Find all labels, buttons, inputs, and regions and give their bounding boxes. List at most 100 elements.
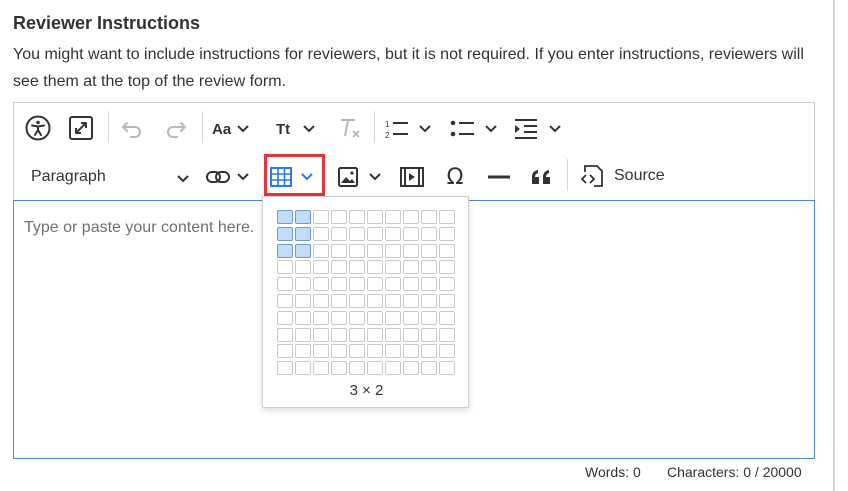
- table-grid-cell[interactable]: [403, 210, 419, 224]
- table-grid-cell[interactable]: [385, 243, 401, 258]
- table-grid-cell[interactable]: [349, 210, 365, 224]
- table-grid-cell[interactable]: [277, 243, 293, 258]
- table-grid-cell[interactable]: [295, 226, 311, 241]
- table-grid-cell[interactable]: [331, 243, 347, 258]
- table-grid-cell[interactable]: [277, 344, 293, 359]
- table-grid-cell[interactable]: [367, 243, 383, 258]
- table-grid-cell[interactable]: [421, 361, 437, 376]
- table-grid-cell[interactable]: [367, 210, 383, 224]
- fullscreen-button[interactable]: [67, 114, 95, 142]
- table-grid-cell[interactable]: [349, 344, 365, 359]
- table-grid-cell[interactable]: [421, 243, 437, 258]
- paragraph-format-dropdown[interactable]: Paragraph: [20, 162, 190, 192]
- table-grid-cell[interactable]: [313, 293, 329, 308]
- table-grid-cell[interactable]: [385, 226, 401, 241]
- table-grid-cell[interactable]: [313, 260, 329, 275]
- table-grid-cell[interactable]: [331, 226, 347, 241]
- table-grid-cell[interactable]: [331, 344, 347, 359]
- bulleted-list-dropdown[interactable]: [450, 116, 500, 142]
- table-grid-cell[interactable]: [367, 260, 383, 275]
- table-grid-cell[interactable]: [313, 344, 329, 359]
- table-grid-cell[interactable]: [403, 243, 419, 258]
- table-grid-cell[interactable]: [403, 260, 419, 275]
- table-grid-cell[interactable]: [403, 293, 419, 308]
- table-grid-cell[interactable]: [421, 344, 437, 359]
- table-grid-cell[interactable]: [403, 226, 419, 241]
- table-grid-cell[interactable]: [349, 277, 365, 292]
- table-grid-cell[interactable]: [421, 293, 437, 308]
- table-grid-cell[interactable]: [403, 344, 419, 359]
- table-grid-cell[interactable]: [331, 210, 347, 224]
- table-grid-cell[interactable]: [313, 310, 329, 325]
- table-grid-cell[interactable]: [421, 260, 437, 275]
- table-grid-cell[interactable]: [277, 327, 293, 342]
- table-grid-cell[interactable]: [277, 293, 293, 308]
- table-grid-cell[interactable]: [439, 344, 455, 359]
- table-grid-cell[interactable]: [439, 310, 455, 325]
- table-grid-cell[interactable]: [367, 293, 383, 308]
- link-dropdown[interactable]: [206, 164, 256, 190]
- table-grid-cell[interactable]: [385, 361, 401, 376]
- table-grid-cell[interactable]: [313, 226, 329, 241]
- table-grid-cell[interactable]: [349, 293, 365, 308]
- horizontal-line-button[interactable]: [485, 163, 513, 191]
- block-quote-button[interactable]: [528, 163, 556, 191]
- table-grid-cell[interactable]: [439, 260, 455, 275]
- text-transform-dropdown[interactable]: Tt: [276, 116, 326, 142]
- special-characters-button[interactable]: Ω: [441, 163, 469, 191]
- table-grid-cell[interactable]: [421, 277, 437, 292]
- table-grid-cell[interactable]: [367, 277, 383, 292]
- table-grid-cell[interactable]: [295, 210, 311, 224]
- table-grid-cell[interactable]: [403, 327, 419, 342]
- table-grid-cell[interactable]: [331, 293, 347, 308]
- table-grid-cell[interactable]: [331, 310, 347, 325]
- table-grid-cell[interactable]: [367, 361, 383, 376]
- table-grid-cell[interactable]: [349, 361, 365, 376]
- table-grid-cell[interactable]: [439, 293, 455, 308]
- table-grid-cell[interactable]: [439, 361, 455, 376]
- table-grid-cell[interactable]: [331, 361, 347, 376]
- table-grid-cell[interactable]: [367, 327, 383, 342]
- table-grid-cell[interactable]: [295, 344, 311, 359]
- table-grid-cell[interactable]: [277, 277, 293, 292]
- table-grid-cell[interactable]: [439, 327, 455, 342]
- table-grid-cell[interactable]: [313, 210, 329, 224]
- table-grid-cell[interactable]: [349, 310, 365, 325]
- table-grid-cell[interactable]: [295, 293, 311, 308]
- table-grid-cell[interactable]: [313, 361, 329, 376]
- table-grid-cell[interactable]: [367, 310, 383, 325]
- insert-media-button[interactable]: [398, 163, 426, 191]
- table-grid-cell[interactable]: [421, 310, 437, 325]
- redo-button[interactable]: [162, 117, 190, 141]
- table-grid-cell[interactable]: [439, 226, 455, 241]
- table-grid-cell[interactable]: [385, 260, 401, 275]
- table-grid-cell[interactable]: [331, 277, 347, 292]
- table-grid-cell[interactable]: [277, 361, 293, 376]
- accessibility-help-button[interactable]: [24, 114, 52, 142]
- remove-format-button[interactable]: [336, 114, 364, 142]
- indent-dropdown[interactable]: [514, 116, 564, 142]
- table-grid-cell[interactable]: [277, 226, 293, 241]
- table-grid-cell[interactable]: [349, 327, 365, 342]
- table-grid-cell[interactable]: [403, 310, 419, 325]
- table-grid-cell[interactable]: [295, 361, 311, 376]
- table-grid-cell[interactable]: [295, 327, 311, 342]
- table-grid-cell[interactable]: [403, 361, 419, 376]
- table-grid-cell[interactable]: [439, 277, 455, 292]
- table-grid-cell[interactable]: [367, 344, 383, 359]
- table-grid-cell[interactable]: [385, 293, 401, 308]
- insert-image-dropdown[interactable]: [338, 164, 386, 190]
- table-grid-cell[interactable]: [421, 226, 437, 241]
- table-grid-cell[interactable]: [295, 260, 311, 275]
- table-grid-cell[interactable]: [331, 327, 347, 342]
- table-grid-cell[interactable]: [403, 277, 419, 292]
- table-grid-cell[interactable]: [421, 210, 437, 224]
- table-grid-cell[interactable]: [367, 226, 383, 241]
- table-grid-cell[interactable]: [349, 243, 365, 258]
- table-grid-cell[interactable]: [295, 310, 311, 325]
- table-grid-cell[interactable]: [421, 327, 437, 342]
- source-button[interactable]: Source: [580, 162, 674, 190]
- table-grid-cell[interactable]: [277, 260, 293, 275]
- table-grid-cell[interactable]: [439, 243, 455, 258]
- table-grid-cell[interactable]: [385, 327, 401, 342]
